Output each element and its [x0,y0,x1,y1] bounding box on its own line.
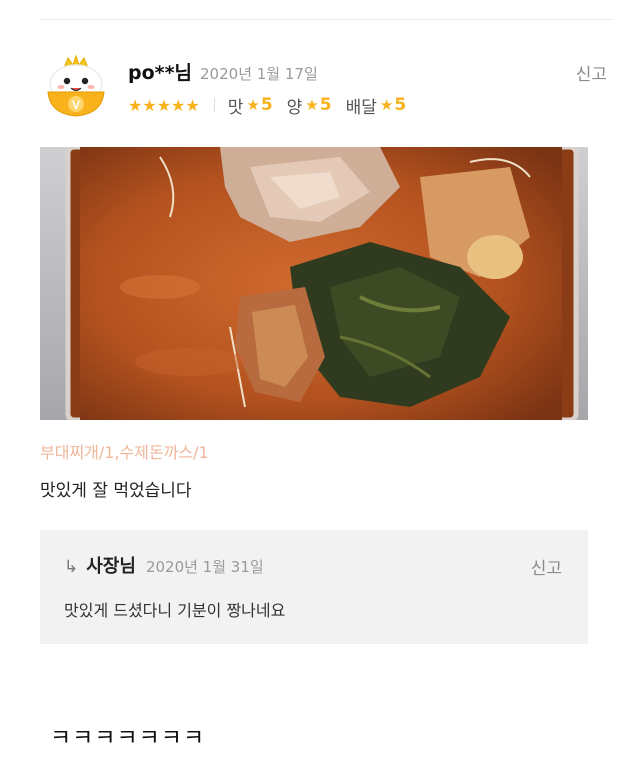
star-icon: ★ [379,96,394,114]
overall-stars-icon: ★★★★★ [128,95,200,115]
reviewer-nickname: po**님 [128,62,193,84]
rating-taste-value: 5 [260,95,273,115]
rating-delivery-label: 배달 [345,97,377,118]
review-photo[interactable] [40,147,588,420]
menu-tags: 부대찌개/1,수제돈까스/1 [40,443,209,462]
rating-taste-label: 맛 [227,97,244,118]
rating-quantity: 양 ★ 5 [287,93,332,118]
reply-text: 맛있게 드셨다니 기분이 짱나네요 [64,601,286,620]
rating-divider [213,98,215,112]
reply-report-button[interactable]: 신고 [531,554,562,579]
review-header: po**님 2020년 1월 17일 [128,58,318,84]
rating-quantity-value: 5 [319,95,332,115]
svg-text:V: V [72,98,80,112]
star-icon: ★ [305,96,319,114]
rating-row: ★★★★★ 맛 ★ 5 양 ★ 5 배달 ★ 5 [128,93,420,118]
rating-delivery: 배달 ★ 5 [346,93,407,118]
reply-owner: 사장님 [86,556,136,577]
rating-delivery-value: 5 [394,95,407,115]
reply-date: 2020년 1월 31일 [145,558,264,576]
top-divider [40,19,614,20]
reply-arrow-icon: ↳ [64,557,79,577]
reply-header: ↳ 사장님 2020년 1월 31일 [64,552,264,578]
caption-text: ㅋㅋㅋㅋㅋㅋㅋ [50,725,206,751]
star-icon: ★ [246,96,260,114]
owner-reply: ↳ 사장님 2020년 1월 31일 신고 맛있게 드셨다니 기분이 짱나네요 [40,530,588,644]
vip-avatar-icon[interactable]: V [44,54,108,120]
rating-quantity-label: 양 [286,97,303,118]
review-text: 맛있게 잘 먹었습니다 [40,481,192,501]
review-date: 2020년 1월 17일 [200,65,318,83]
report-button[interactable]: 신고 [576,60,607,85]
rating-taste: 맛 ★ 5 [228,93,273,118]
